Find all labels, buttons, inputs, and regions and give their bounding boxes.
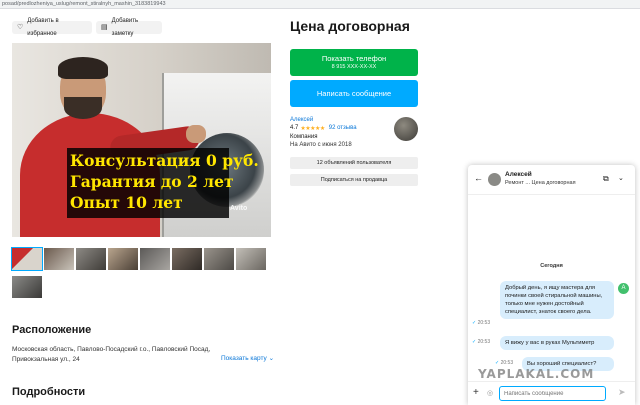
- thumbnail[interactable]: [44, 248, 74, 270]
- chevron-down-icon[interactable]: ⌄: [618, 174, 624, 182]
- thumbnail[interactable]: [172, 248, 202, 270]
- overlay-line-consultation: Консультация 0 руб.: [70, 151, 259, 170]
- chevron-down-icon: ⌄: [268, 355, 275, 362]
- photo-overlay-text: Консультация 0 руб. Гарантия до 2 лет Оп…: [67, 148, 259, 218]
- write-message-button[interactable]: Написать сообщение: [290, 80, 418, 107]
- main-photo[interactable]: Консультация 0 руб. Гарантия до 2 лет Оп…: [12, 43, 271, 237]
- add-to-favorites-button[interactable]: ♡ Добавить в избранное: [12, 18, 92, 37]
- seller-listings-button[interactable]: 12 объявлений пользователя: [290, 157, 418, 169]
- message-time-value: 20:53: [477, 320, 491, 326]
- site-watermark: YAPLAKAL.COM: [478, 367, 595, 381]
- chat-header: ← Алексей Ремонт ... Цена договорная ⧉ ⌄: [468, 165, 635, 195]
- message-time-value: 20:53: [500, 360, 514, 366]
- location-heading: Расположение: [12, 324, 92, 336]
- plus-icon[interactable]: +: [473, 387, 479, 398]
- url-bar[interactable]: posad/predlozheniya_uslug/remont_stiraln…: [0, 0, 640, 9]
- rating-value: 4.7: [290, 125, 299, 131]
- location-address: Московская область, Павлово-Посадский г.…: [12, 346, 211, 363]
- show-phone-label: Показать телефон: [321, 54, 387, 63]
- send-icon[interactable]: ➤: [618, 387, 626, 398]
- message-time: ✓ 20:53: [495, 360, 513, 366]
- thumbnail[interactable]: [108, 248, 138, 270]
- chat-subtitle: Ремонт ... Цена договорная: [505, 180, 576, 186]
- add-note-button[interactable]: ▤ Добавить заметку: [96, 18, 162, 37]
- user-avatar-letter: А: [618, 283, 629, 294]
- overlay-line-experience: Опыт 10 лет: [70, 193, 183, 212]
- checkmark-icon: ✓: [495, 360, 500, 366]
- thumbnail[interactable]: [12, 276, 42, 298]
- seller-name-link[interactable]: Алексей: [290, 117, 313, 123]
- seller-avatar[interactable]: [394, 117, 418, 141]
- checkmark-icon: ✓: [472, 320, 477, 326]
- note-icon: ▤: [101, 24, 108, 31]
- subscribe-seller-button[interactable]: Подписаться на продавца: [290, 174, 418, 186]
- show-map-label: Показать карту: [221, 355, 267, 362]
- chat-message: Добрый день, я ищу мастера для починки с…: [500, 281, 614, 319]
- phone-masked: 8 915 XXX-XX-XX: [331, 64, 377, 70]
- message-time-value: 20:53: [477, 339, 491, 345]
- price-title: Цена договорная: [290, 18, 410, 34]
- photo-watermark: Avito: [230, 205, 248, 212]
- message-time: ✓ 20:53: [472, 320, 490, 326]
- rating-stars: ★★★★★: [300, 126, 325, 132]
- back-arrow-icon[interactable]: ←: [474, 173, 483, 183]
- chat-message-input[interactable]: [499, 386, 606, 401]
- checkmark-icon: ✓: [472, 339, 477, 345]
- thumbnail[interactable]: [204, 248, 234, 270]
- reviews-link[interactable]: 92 отзыва: [329, 125, 357, 132]
- chat-contact-name: Алексей: [505, 171, 532, 178]
- seller-since: На Авито с июня 2018: [290, 142, 352, 148]
- seller-type: Компания: [290, 134, 318, 140]
- show-map-link[interactable]: Показать карту ⌄: [221, 354, 274, 362]
- chat-input-row: + ◎ ➤: [468, 381, 635, 405]
- thumbnail[interactable]: [76, 248, 106, 270]
- thumbnail[interactable]: [236, 248, 266, 270]
- overlay-line-warranty: Гарантия до 2 лет: [70, 172, 234, 191]
- chat-subtitle-title: Ремонт: [505, 180, 524, 186]
- chat-subtitle-price: Цена договорная: [531, 180, 576, 186]
- show-phone-button[interactable]: Показать телефон 8 915 XXX-XX-XX: [290, 49, 418, 76]
- attach-photo-icon[interactable]: ◎: [487, 389, 493, 397]
- chat-message: Я вижу у вас в руках Мультиметр: [500, 336, 614, 350]
- chat-avatar: [488, 173, 501, 186]
- add-note-label: Добавить заметку: [111, 17, 139, 37]
- add-to-favorites-label: Добавить в избранное: [27, 17, 59, 37]
- date-separator: Сегодня: [540, 263, 563, 269]
- seller-rating: 4.7 ★★★★★ 92 отзыва: [290, 125, 357, 132]
- thumbnail[interactable]: [11, 247, 43, 271]
- details-heading: Подробности: [12, 386, 86, 398]
- open-external-icon[interactable]: ⧉: [603, 174, 609, 184]
- thumbnail[interactable]: [140, 248, 170, 270]
- message-time: ✓ 20:53: [472, 339, 490, 345]
- heart-icon: ♡: [17, 24, 24, 31]
